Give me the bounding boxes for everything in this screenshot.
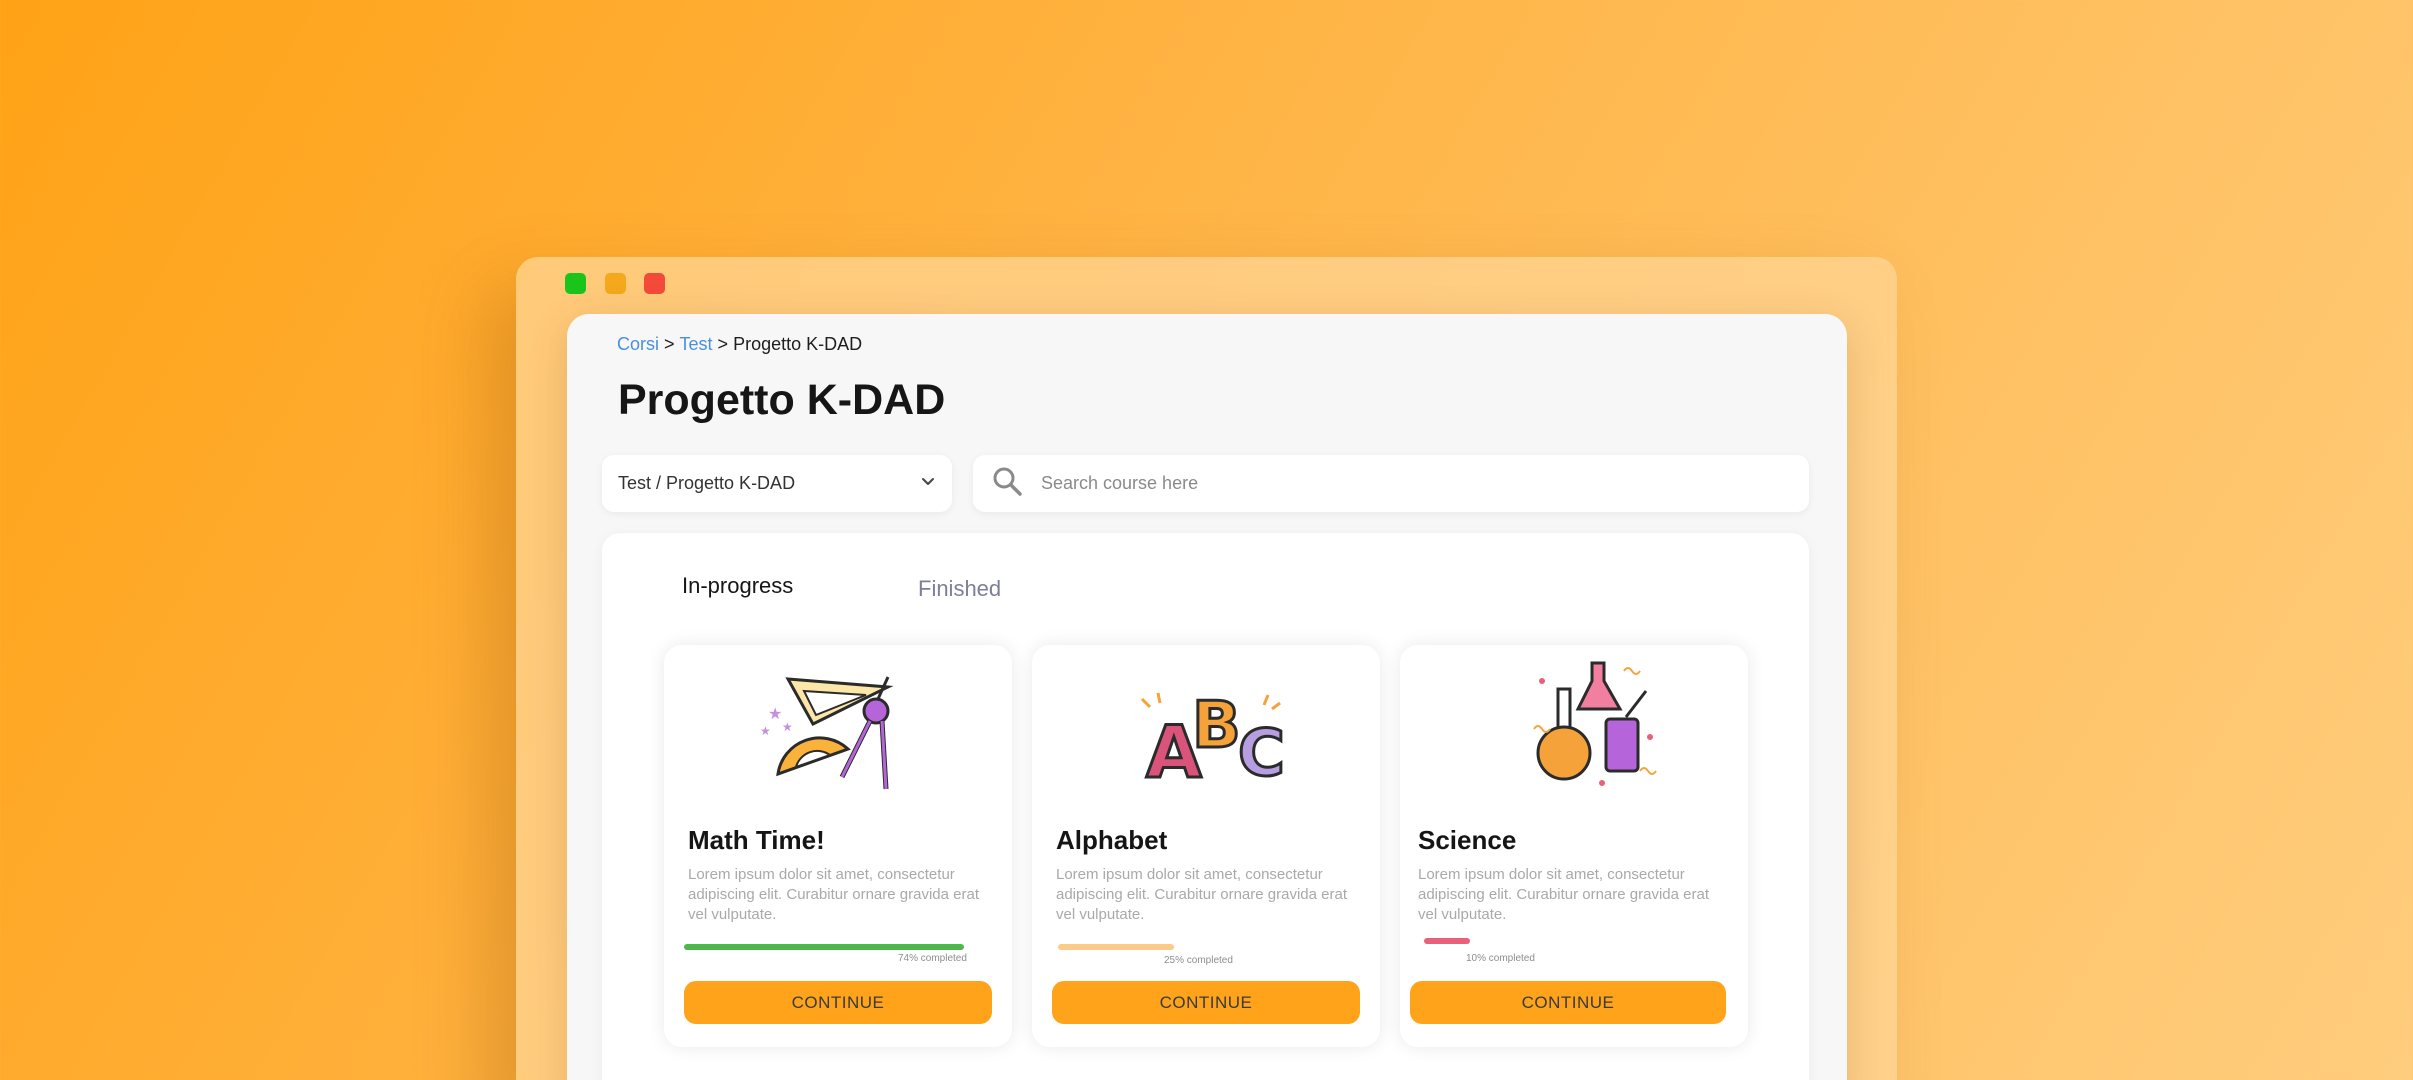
progress-bar-fill [1058, 944, 1174, 950]
progress-bar-fill [1424, 938, 1470, 944]
course-card-alphabet: A B C Alphabet Lorem ipsum dolor sit ame… [1032, 645, 1380, 1047]
course-card-science: Science Lorem ipsum dolor sit amet, cons… [1400, 645, 1748, 1047]
continue-button[interactable]: CONTINUE [1410, 981, 1726, 1024]
breadcrumb-separator: > [664, 334, 675, 354]
progress-label: 10% completed [1466, 953, 1535, 964]
breadcrumb-current: Progetto K-DAD [733, 334, 863, 354]
breadcrumb-separator: > [717, 334, 729, 354]
course-title: Science [1418, 825, 1517, 855]
svg-text:★: ★ [760, 724, 771, 738]
progress-bar [1058, 944, 1338, 950]
page-title: Progetto K-DAD [618, 376, 946, 424]
progress-bar-fill [684, 944, 964, 950]
breadcrumb-link-test[interactable]: Test [680, 334, 713, 354]
course-title: Alphabet [1056, 825, 1168, 855]
chevron-down-icon [920, 473, 936, 494]
tab-in-progress[interactable]: In-progress [682, 573, 793, 599]
course-description: Lorem ipsum dolor sit amet, consectetur … [1418, 866, 1709, 923]
svg-text:C: C [1238, 717, 1285, 791]
svg-text:B: B [1192, 689, 1241, 763]
main-panel: Corsi > Test > Progetto K-DAD Progetto K-DAD… [567, 314, 1847, 1080]
search-input[interactable] [1041, 473, 1791, 494]
progress-bar [684, 944, 964, 950]
window-close-button[interactable] [644, 273, 665, 294]
breadcrumb: Corsi > Test > Progetto K-DAD [617, 334, 862, 355]
progress-label: 25% completed [1164, 955, 1233, 966]
course-description: Lorem ipsum dolor sit amet, consectetur … [1056, 866, 1347, 923]
progress-label: 74% completed [898, 953, 967, 964]
breadcrumb-link-corsi[interactable]: Corsi [617, 334, 659, 354]
geometry-tools-illustration: ★ ★ ★ [664, 659, 1012, 799]
search-bar [973, 455, 1809, 512]
window-minimize-button[interactable] [605, 273, 626, 294]
continue-button[interactable]: CONTINUE [684, 981, 992, 1024]
search-icon [991, 465, 1023, 502]
course-card-math: ★ ★ ★ Math Time! Lorem ipsum dolor sit a… [664, 645, 1012, 1047]
svg-text:★: ★ [768, 704, 782, 723]
svg-text:★: ★ [782, 720, 793, 734]
tab-finished[interactable]: Finished [918, 576, 1001, 602]
continue-button[interactable]: CONTINUE [1052, 981, 1360, 1024]
course-path-select[interactable]: Test / Progetto K-DAD [602, 455, 952, 512]
course-description: Lorem ipsum dolor sit amet, consectetur … [688, 866, 979, 923]
science-flasks-illustration [1400, 659, 1748, 799]
courses-container: In-progress Finished ★ ★ ★ Math Time! Lo… [602, 533, 1809, 1080]
abc-letters-illustration: A B C [1032, 659, 1380, 799]
course-path-select-value: Test / Progetto K-DAD [618, 473, 796, 493]
progress-bar [1424, 938, 1704, 944]
course-title: Math Time! [688, 825, 825, 855]
window-maximize-button[interactable] [565, 273, 586, 294]
